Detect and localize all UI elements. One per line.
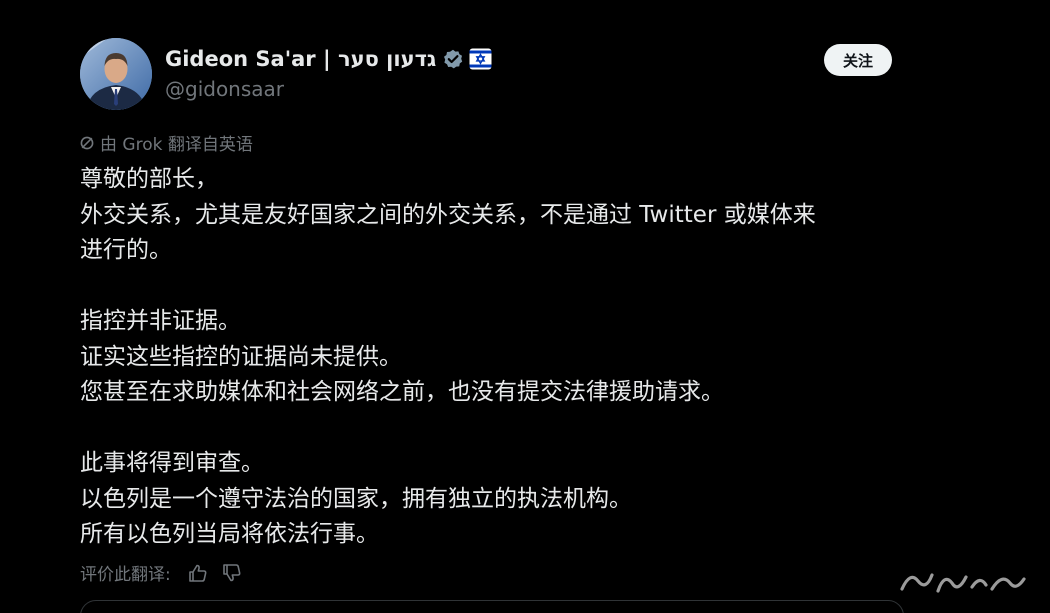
- avatar[interactable]: [80, 38, 152, 110]
- rate-translation: 评价此翻译:: [80, 560, 910, 586]
- body-line: 外交关系，尤其是友好国家之间的外交关系，不是通过 Twitter 或媒体来: [80, 201, 816, 228]
- post-header: Gideon Sa'ar | גדעון סער @gidonsaar 关注: [80, 38, 910, 113]
- follow-button[interactable]: 关注: [824, 44, 892, 76]
- translation-attribution: 由 Grok 翻译自英语: [80, 130, 910, 155]
- rate-translation-label: 评价此翻译:: [80, 565, 171, 585]
- verified-badge-icon: [443, 49, 463, 69]
- thumbs-down-icon[interactable]: [221, 562, 243, 584]
- user-handle[interactable]: @gidonsaar: [165, 77, 492, 101]
- body-line: 您甚至在求助媒体和社会网络之前，也没有提交法律援助请求。: [80, 379, 724, 405]
- translation-label: 由 Grok 翻译自英语: [100, 134, 253, 155]
- body-line: 进行的。: [80, 237, 172, 263]
- body-line: 此事将得到审查。: [80, 450, 264, 476]
- body-line: 以色列是一个遵守法治的国家，拥有独立的执法机构。: [80, 485, 632, 512]
- display-name[interactable]: Gideon Sa'ar | גדעון סער: [165, 47, 436, 71]
- grok-icon: [80, 135, 94, 150]
- post-body: 尊敬的部长， 外交关系，尤其是友好国家之间的外交关系，不是通过 Twitter …: [80, 162, 910, 553]
- paragraph: 指控并非证据。 证实这些指控的证据尚未提供。 您甚至在求助媒体和社会网络之前，也…: [80, 304, 910, 411]
- body-line: 证实这些指控的证据尚未提供。: [80, 343, 402, 370]
- user-info: Gideon Sa'ar | גדעון סער @gidonsaar: [165, 44, 492, 101]
- body-line: 尊敬的部长，: [80, 166, 218, 192]
- body-line: 指控并非证据。: [80, 308, 241, 334]
- post: Gideon Sa'ar | גדעון סער @gidonsaar 关注 由…: [80, 38, 910, 586]
- israel-flag-icon: [469, 48, 492, 70]
- paragraph: 尊敬的部长， 外交关系，尤其是友好国家之间的外交关系，不是通过 Twitter …: [80, 162, 910, 269]
- thumbs-up-icon[interactable]: [187, 562, 209, 584]
- next-post-card: [80, 600, 904, 613]
- watermark-logo: [898, 567, 1028, 597]
- name-row: Gideon Sa'ar | גדעון סער: [165, 44, 492, 74]
- paragraph: 此事将得到审查。 以色列是一个遵守法治的国家，拥有独立的执法机构。 所有以色列当…: [80, 446, 910, 553]
- body-line: 所有以色列当局将依法行事。: [80, 521, 379, 547]
